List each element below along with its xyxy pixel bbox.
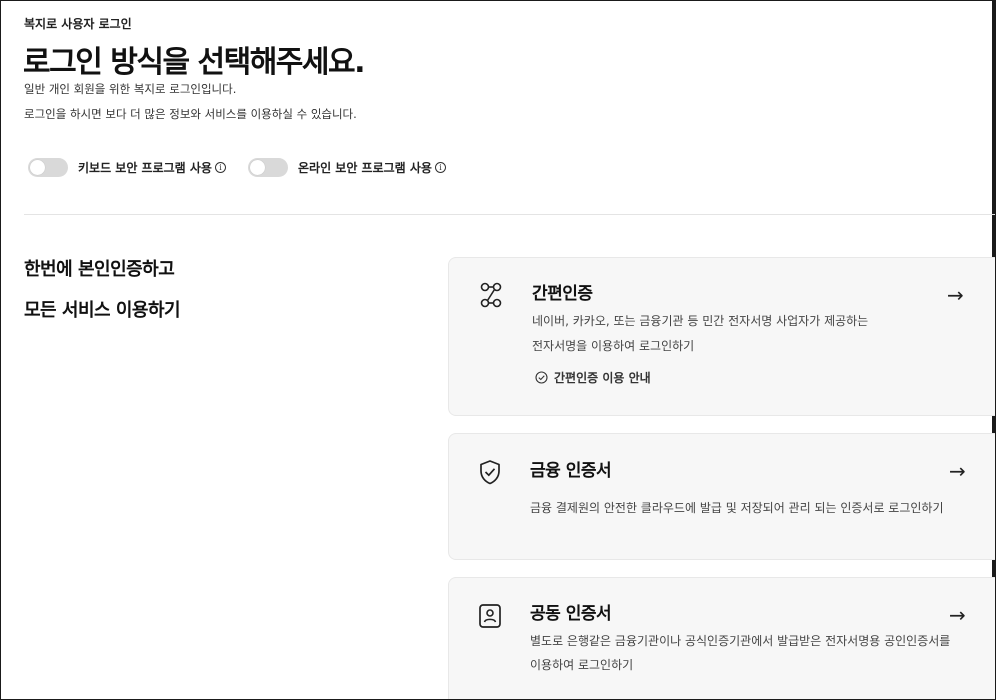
side-heading-line1: 한번에 본인인증하고 <box>24 259 175 280</box>
simple-auth-title: 간편인증 <box>532 284 593 304</box>
keyboard-security-toggle-row: 키보드 보안 프로그램 사용 i <box>28 158 226 177</box>
id-badge-icon <box>479 604 501 628</box>
financial-cert-card[interactable]: 금융 인증서 금융 결제원의 안전한 클라우드에 발급 및 저장되어 관리 되는… <box>448 433 995 560</box>
share-nodes-icon <box>480 282 502 308</box>
shield-check-icon <box>480 460 500 485</box>
section-divider <box>24 214 995 215</box>
arrow-right-icon: → <box>947 283 964 307</box>
login-page: 복지로 사용자 로그인 로그인 방식을 선택해주세요. 일반 개인 회원을 위한… <box>0 0 996 700</box>
page-subdescription: 로그인을 하시면 보다 더 많은 정보와 서비스를 이용하실 수 있습니다. <box>24 107 357 121</box>
joint-cert-card[interactable]: 공동 인증서 별도로 은행같은 금융기관이나 공식인증기관에서 발급받은 전자서… <box>448 577 995 699</box>
toggle-knob <box>250 160 265 175</box>
info-icon[interactable]: i <box>434 162 446 173</box>
online-security-label: 온라인 보안 프로그램 사용 <box>298 161 432 175</box>
page-description: 일반 개인 회원을 위한 복지로 로그인입니다. <box>24 82 237 96</box>
simple-auth-description: 네이버, 카카오, 또는 금융기관 등 민간 전자서명 사업자가 제공하는 <box>532 314 869 328</box>
simple-auth-guide-link[interactable]: 간편인증 이용 안내 <box>535 369 651 386</box>
page-title: 로그인 방식을 선택해주세요. <box>23 45 366 80</box>
keyboard-security-toggle[interactable] <box>28 158 68 177</box>
info-icon[interactable]: i <box>214 162 226 173</box>
arrow-right-icon: → <box>949 603 966 627</box>
arrow-right-icon: → <box>949 459 966 483</box>
simple-auth-card[interactable]: 간편인증 네이버, 카카오, 또는 금융기관 등 민간 전자서명 사업자가 제공… <box>448 257 995 416</box>
simple-auth-guide-label: 간편인증 이용 안내 <box>554 371 651 385</box>
toggle-knob <box>30 160 45 175</box>
online-security-toggle[interactable] <box>248 158 288 177</box>
joint-cert-description-line2: 이용하여 로그인하기 <box>530 658 634 672</box>
breadcrumb: 복지로 사용자 로그인 <box>24 17 132 31</box>
simple-auth-description-line2: 전자서명을 이용하여 로그인하기 <box>532 339 695 353</box>
online-security-toggle-row: 온라인 보안 프로그램 사용 i <box>248 158 446 177</box>
check-circle-icon <box>535 371 548 384</box>
joint-cert-title: 공동 인증서 <box>530 604 612 624</box>
financial-cert-description: 금융 결제원의 안전한 클라우드에 발급 및 저장되어 관리 되는 인증서로 로… <box>530 501 944 515</box>
keyboard-security-label: 키보드 보안 프로그램 사용 <box>78 161 212 175</box>
side-heading-line2: 모든 서비스 이용하기 <box>24 300 181 321</box>
financial-cert-title: 금융 인증서 <box>530 461 612 481</box>
joint-cert-description: 별도로 은행같은 금융기관이나 공식인증기관에서 발급받은 전자서명용 공인인증… <box>530 634 951 648</box>
